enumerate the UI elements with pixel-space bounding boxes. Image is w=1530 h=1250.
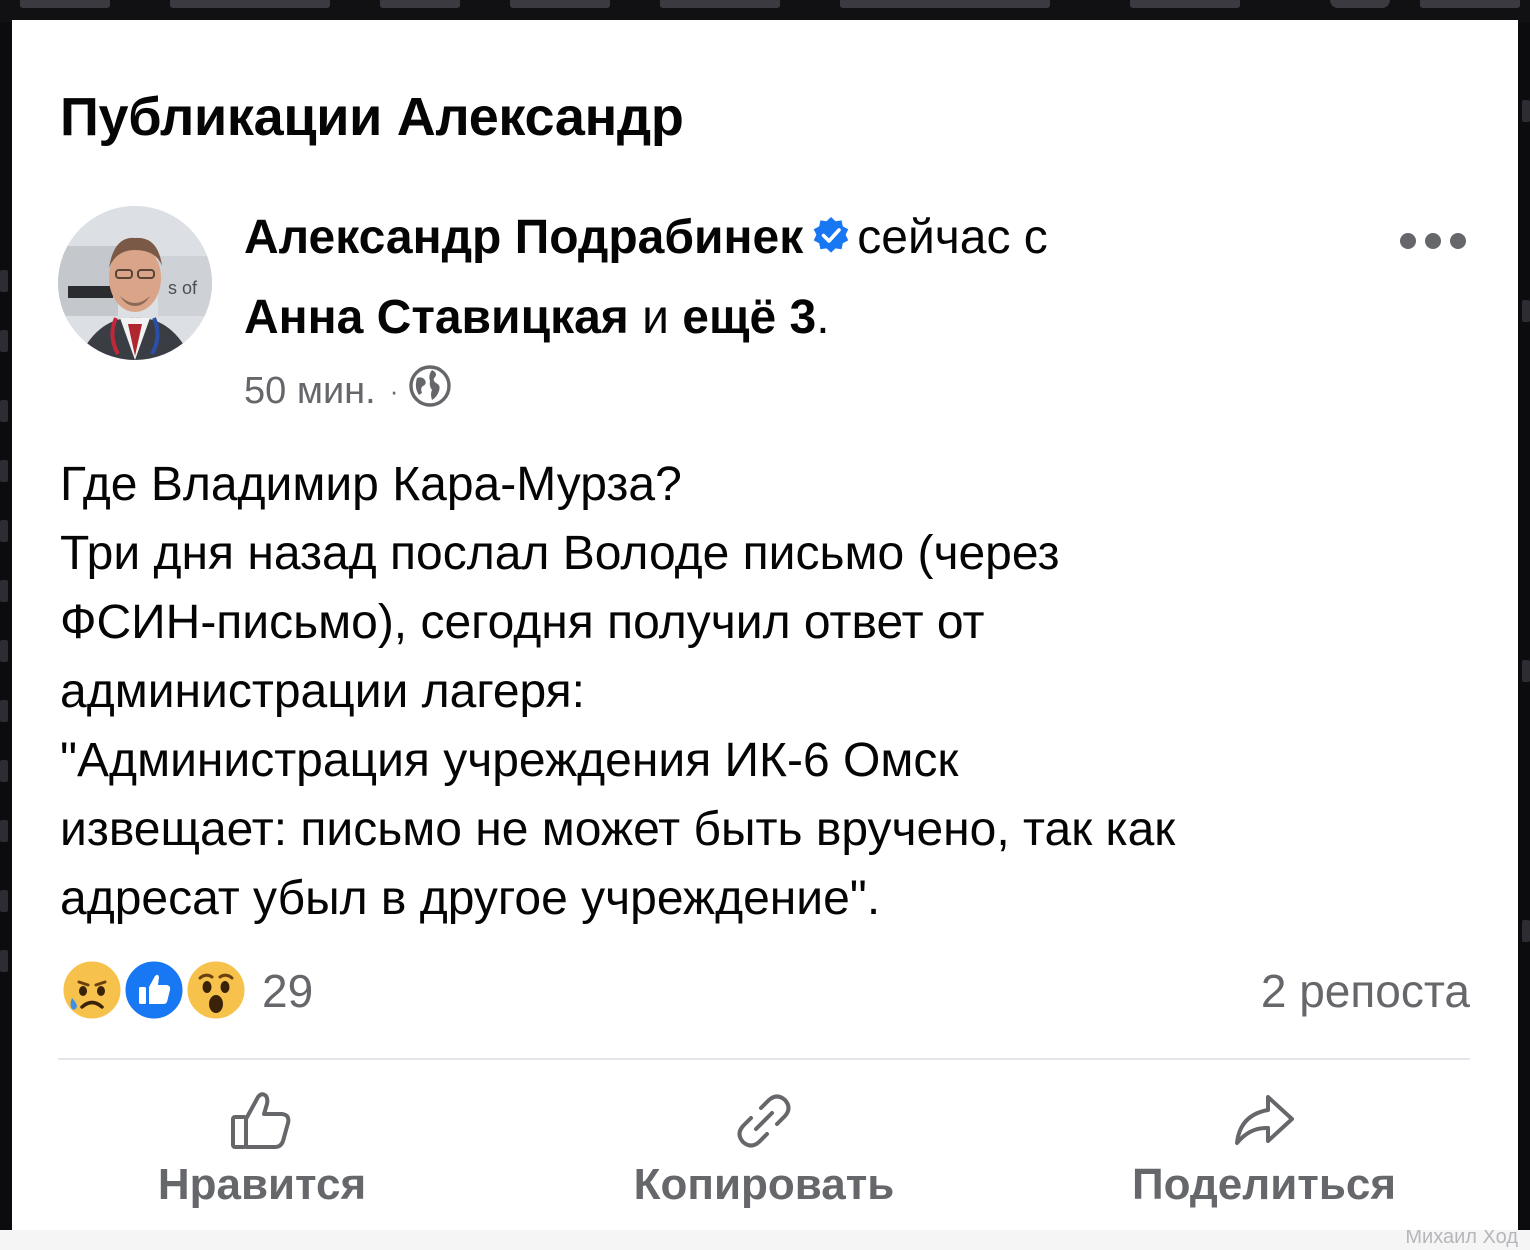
share-label: Поделиться bbox=[1131, 1160, 1397, 1209]
post-body-line: Где Владимир Кара-Мурза? bbox=[60, 458, 682, 511]
more-dot-icon bbox=[1450, 233, 1466, 249]
reactions-row: 29 2 репоста bbox=[60, 956, 1470, 1022]
wow-reaction-icon bbox=[184, 958, 248, 1022]
like-reaction-icon bbox=[122, 958, 186, 1022]
reaction-icons[interactable] bbox=[60, 956, 250, 1022]
post-card: Публикации Александр s of Александр Подр… bbox=[12, 20, 1518, 1230]
divider bbox=[58, 1058, 1470, 1060]
post-body-line: "Администрация учреждения ИК-6 Омск bbox=[60, 734, 959, 787]
globe-icon[interactable] bbox=[408, 364, 452, 418]
author-avatar[interactable]: s of bbox=[58, 206, 212, 360]
post-body: Где Владимир Кара-Мурза? Три дня назад п… bbox=[60, 450, 1480, 933]
link-icon bbox=[733, 1086, 795, 1156]
post-body-line: администрации лагеря: bbox=[60, 665, 585, 718]
post-header-line2: Анна Ставицкая и ещё 3. bbox=[244, 290, 830, 345]
others-link[interactable]: ещё 3 bbox=[682, 291, 816, 344]
background-top-strip bbox=[0, 0, 1530, 22]
more-options-button[interactable] bbox=[1400, 226, 1466, 256]
reaction-count[interactable]: 29 bbox=[262, 964, 313, 1018]
period-text: . bbox=[816, 291, 830, 344]
post-time[interactable]: 50 мин. bbox=[244, 370, 376, 413]
post-body-line: ФСИН-письмо), сегодня получил ответ от bbox=[60, 596, 985, 649]
copy-link-button[interactable]: Копировать bbox=[564, 1086, 964, 1226]
more-dot-icon bbox=[1400, 233, 1416, 249]
post-header-line1: Александр Подрабинек сейчас с bbox=[244, 210, 1048, 268]
verified-badge-icon bbox=[811, 213, 851, 268]
with-text: сейчас с bbox=[857, 211, 1048, 264]
background-bottom-strip bbox=[0, 1230, 1530, 1250]
author-name[interactable]: Александр Подрабинек bbox=[244, 211, 803, 264]
share-button[interactable]: Поделиться bbox=[1064, 1086, 1464, 1226]
meta-separator: · bbox=[389, 375, 399, 406]
tagged-person-link[interactable]: Анна Ставицкая bbox=[244, 291, 629, 344]
post-body-line: извещает: письмо не может быть вручено, … bbox=[60, 803, 1176, 856]
thumbs-up-icon bbox=[229, 1086, 295, 1156]
like-button[interactable]: Нравится bbox=[62, 1086, 462, 1226]
copy-label: Копировать bbox=[633, 1160, 895, 1209]
post-body-line: адресат убыл в другое учреждение". bbox=[60, 872, 881, 925]
like-label: Нравится bbox=[157, 1160, 367, 1209]
shares-count[interactable]: 2 репоста bbox=[1261, 964, 1470, 1018]
svg-text:s of: s of bbox=[168, 278, 198, 298]
page-title: Публикации Александр bbox=[60, 87, 684, 147]
post-body-line: Три дня назад послал Володе письмо (чере… bbox=[60, 527, 1060, 580]
more-dot-icon bbox=[1425, 233, 1441, 249]
and-text: и bbox=[642, 291, 669, 344]
share-arrow-icon bbox=[1232, 1086, 1296, 1156]
sad-reaction-icon bbox=[60, 958, 124, 1022]
post-meta: 50 мин. · bbox=[244, 364, 452, 418]
